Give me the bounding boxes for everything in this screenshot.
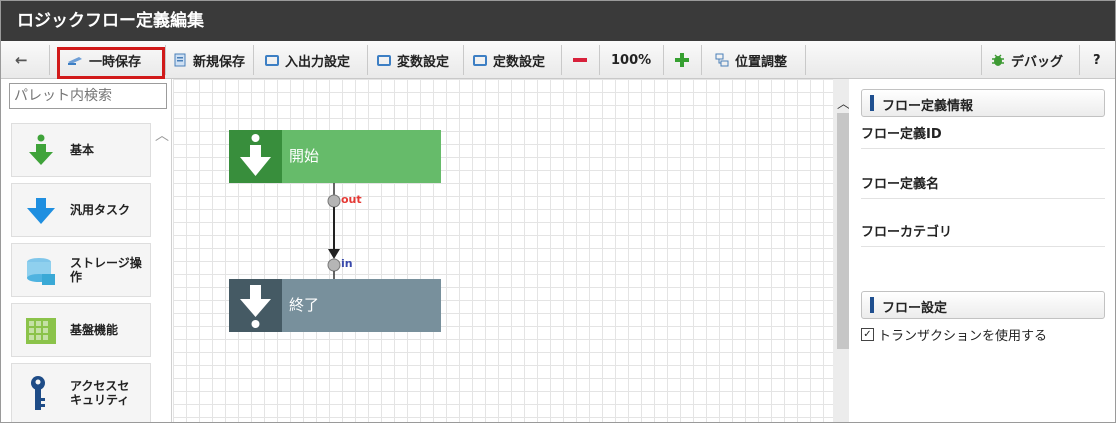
out-port-label: out xyxy=(341,193,362,206)
palette-panel: ︿ 基本 汎用タスク ストレージ操作 xyxy=(1,79,172,422)
back-arrow-icon: ← xyxy=(15,51,28,69)
io-settings-button[interactable]: 入出力設定 xyxy=(265,47,350,73)
new-save-button[interactable]: 新規保存 xyxy=(173,47,245,73)
debug-button[interactable]: デバッグ xyxy=(991,47,1063,73)
zoom-out-button[interactable] xyxy=(573,47,587,73)
toolbar: ← 一時保存 新規保存 入出力設定 変数設定 定数設定 100% 位置調整 デバ… xyxy=(1,41,1115,79)
blue-down-arrow-icon xyxy=(27,198,55,224)
palette-label: ストレージ操作 xyxy=(70,256,142,284)
section-flow-info[interactable]: フロー定義情報 xyxy=(861,89,1105,117)
canvas-scroll-thumb[interactable] xyxy=(837,113,849,349)
new-save-icon xyxy=(174,53,186,67)
field-flow-id: フロー定義ID xyxy=(861,123,1105,149)
start-node[interactable]: 開始 xyxy=(229,130,441,183)
app-window: ロジックフロー定義編集 ← 一時保存 新規保存 入出力設定 変数設定 定数設定 xyxy=(0,0,1116,423)
palette-item-storage[interactable]: ストレージ操作 xyxy=(11,243,151,297)
grid-blocks-icon xyxy=(26,318,56,344)
in-port-label: in xyxy=(341,257,353,270)
plus-icon xyxy=(675,53,689,67)
palette-item-basic[interactable]: 基本 xyxy=(11,123,151,177)
zoom-level: 100% xyxy=(611,52,652,68)
green-down-arrow-icon xyxy=(29,134,53,165)
palette-label: アクセスセ キュリティ xyxy=(70,379,130,407)
flow-canvas[interactable]: 開始 out in 終了 xyxy=(173,79,833,422)
storage-icon xyxy=(27,258,55,285)
back-button[interactable]: ← xyxy=(15,47,28,73)
window-icon xyxy=(265,54,279,66)
var-settings-button[interactable]: 変数設定 xyxy=(377,47,449,73)
minus-icon xyxy=(573,58,587,62)
properties-panel: フロー定義情報 フロー定義ID フロー定義名 フローカテゴリ フロー設定 ✓ ト… xyxy=(849,79,1115,422)
highlight-box xyxy=(57,47,165,79)
checkbox-icon: ✓ xyxy=(861,328,874,341)
start-arrow-icon xyxy=(229,130,282,183)
window-icon xyxy=(473,54,487,66)
layout-adjust-icon xyxy=(715,53,729,67)
window-title: ロジックフロー定義編集 xyxy=(1,1,1115,41)
transaction-checkbox[interactable]: ✓ トランザクションを使用する xyxy=(861,325,1047,344)
const-settings-button[interactable]: 定数設定 xyxy=(473,47,545,73)
end-node[interactable]: 終了 xyxy=(229,279,441,332)
key-icon xyxy=(31,376,45,410)
palette-item-infra[interactable]: 基盤機能 xyxy=(11,303,151,357)
layout-adjust-button[interactable]: 位置調整 xyxy=(715,47,787,73)
help-button[interactable]: ? xyxy=(1093,47,1101,73)
scroll-up-icon[interactable]: ︿ xyxy=(155,125,169,145)
zoom-in-button[interactable] xyxy=(675,47,689,73)
window-icon xyxy=(377,54,391,66)
palette-search-input[interactable] xyxy=(9,83,167,109)
section-flow-settings[interactable]: フロー設定 xyxy=(861,291,1105,319)
palette-item-generic-task[interactable]: 汎用タスク xyxy=(11,183,151,237)
field-flow-name: フロー定義名 xyxy=(861,173,1105,199)
palette-item-access-security[interactable]: アクセスセ キュリティ xyxy=(11,363,151,422)
field-flow-category: フローカテゴリ xyxy=(861,221,1105,247)
end-arrow-icon xyxy=(229,279,282,332)
bug-icon xyxy=(992,54,1004,66)
